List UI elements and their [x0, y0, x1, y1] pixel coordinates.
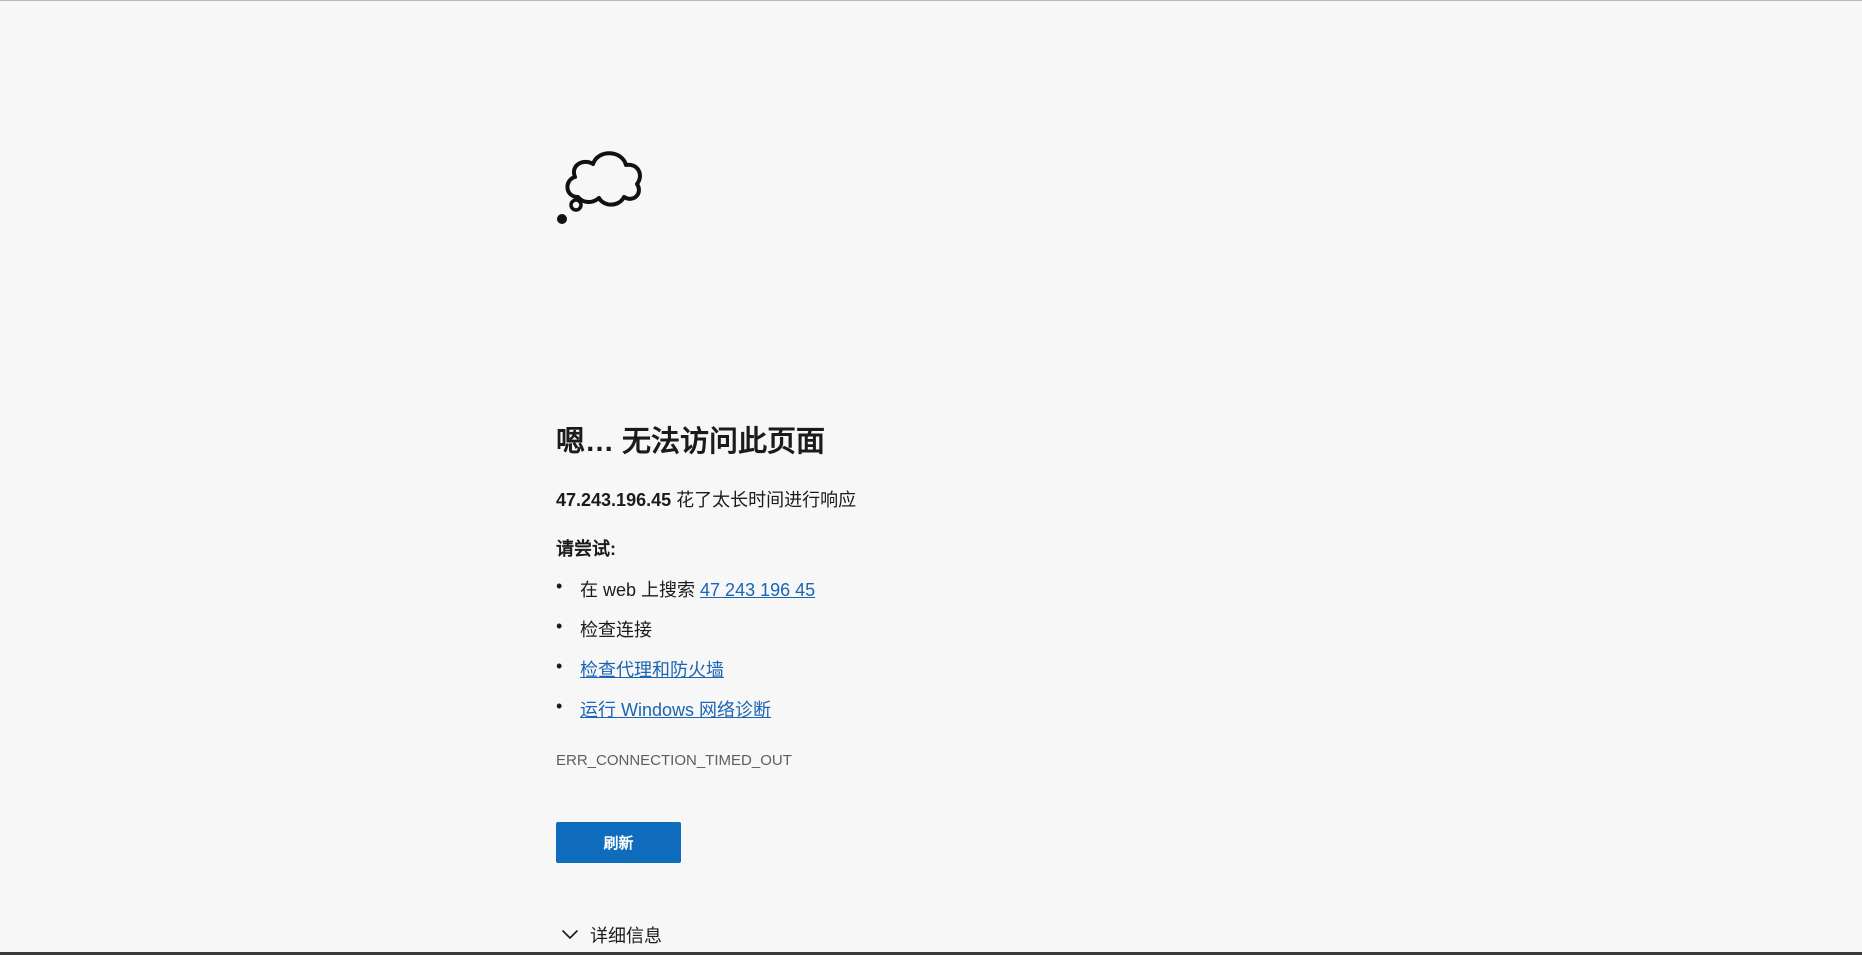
page-title: 嗯… 无法访问此页面: [556, 426, 826, 458]
try-label: 请尝试:: [556, 539, 616, 559]
host-address: 47.243.196.45: [556, 490, 672, 510]
details-toggle[interactable]: 详细信息: [560, 922, 662, 948]
list-item: • 运行 Windows 网络诊断: [556, 696, 815, 736]
bullet: •: [556, 616, 563, 636]
list-item: • 在 web 上搜索 47 243 196 45: [556, 576, 815, 616]
bullet: •: [556, 696, 563, 716]
refresh-button[interactable]: 刷新: [556, 822, 681, 863]
list-item: • 检查连接: [556, 616, 815, 656]
error-code: ERR_CONNECTION_TIMED_OUT: [556, 752, 792, 769]
suggestion-list: • 在 web 上搜索 47 243 196 45 • 检查连接 • 检查代理和…: [556, 576, 815, 736]
search-web-text: 在 web 上搜索: [580, 580, 701, 600]
check-proxy-firewall-link[interactable]: 检查代理和防火墙: [580, 660, 724, 680]
network-diagnostics-link[interactable]: 运行 Windows 网络诊断: [580, 700, 771, 720]
check-connection-text: 检查连接: [580, 620, 652, 640]
timeout-text: 花了太长时间进行响应: [671, 490, 857, 510]
timeout-message: 47.243.196.45 花了太长时间进行响应: [556, 486, 856, 512]
search-web-link[interactable]: 47 243 196 45: [700, 580, 815, 600]
thought-cloud-icon: [557, 151, 642, 224]
window-top-border: [0, 0, 1862, 1]
bullet: •: [556, 656, 563, 676]
details-label: 详细信息: [590, 926, 662, 946]
list-item: • 检查代理和防火墙: [556, 656, 815, 696]
chevron-down-icon: [562, 930, 578, 939]
bullet: •: [556, 576, 563, 596]
